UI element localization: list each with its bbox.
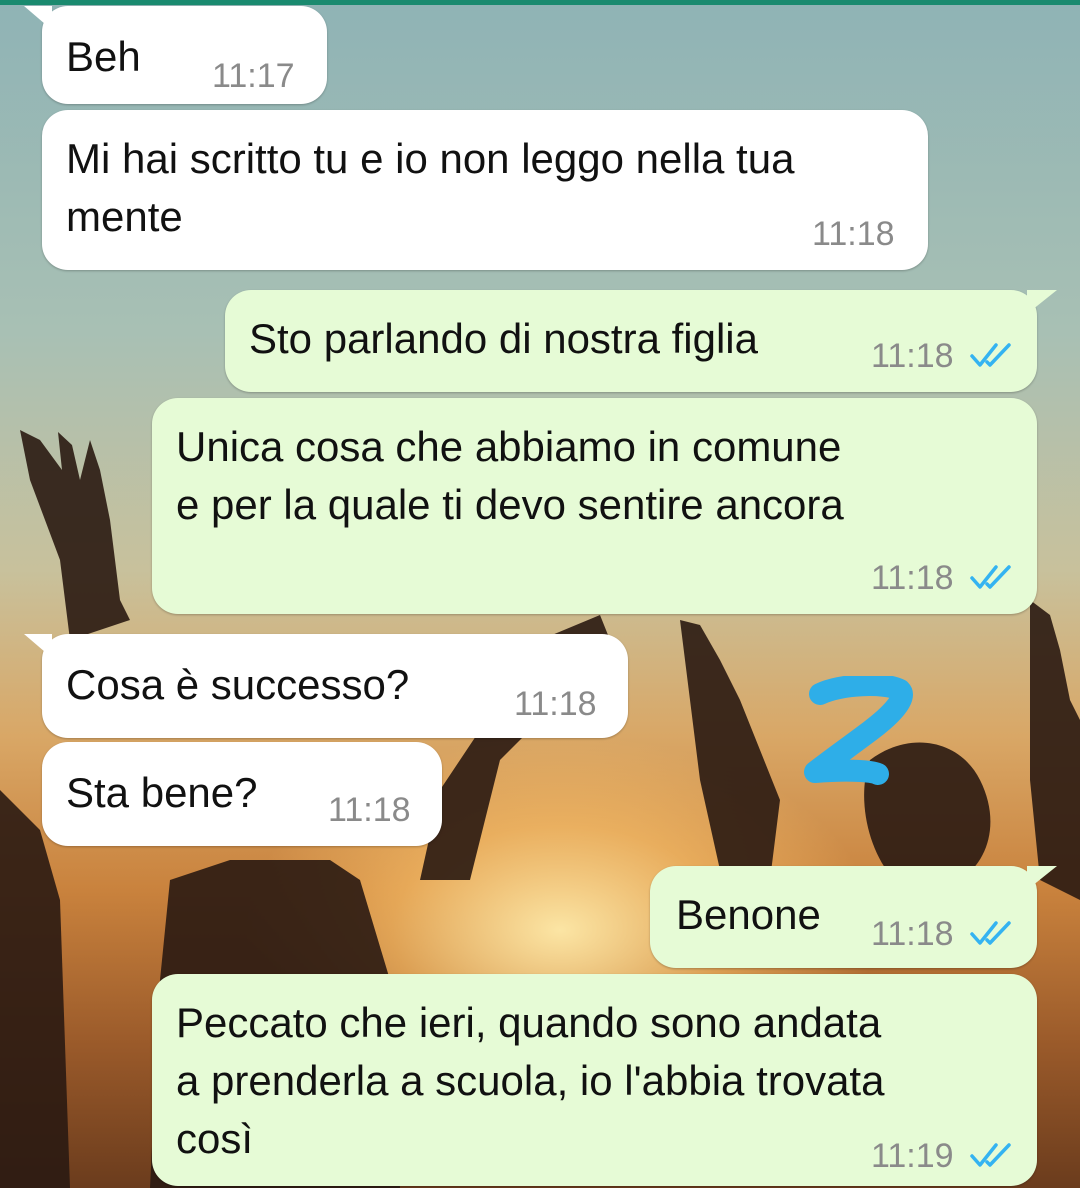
message-text: Cosa è successo? (66, 661, 410, 708)
double-check-read-icon (970, 343, 1011, 367)
message-outgoing-4[interactable]: Unica cosa che abbiamo in comune e per l… (152, 398, 1037, 614)
message-time: 11:18 (514, 685, 597, 723)
message-time: 11:18 (328, 791, 411, 829)
message-text-line-2: mente (66, 193, 183, 240)
silhouette-right-arm (680, 620, 780, 880)
message-text: Sto parlando di nostra figlia (249, 315, 758, 362)
double-check-read-icon (970, 921, 1011, 945)
message-text-line-2: e per la quale ti devo sentire ancora (176, 481, 844, 528)
message-text: Beh (66, 33, 141, 80)
message-text: Benone (676, 891, 821, 938)
silhouette-left-arm (20, 430, 130, 640)
double-check-read-icon (970, 565, 1011, 589)
silhouette-left-figure (0, 790, 70, 1188)
message-time: 11:18 (871, 915, 954, 953)
message-time: 11:18 (871, 337, 954, 375)
message-incoming-1[interactable]: Beh 11:17 (24, 6, 327, 104)
message-text-line-1: Unica cosa che abbiamo in comune (176, 423, 842, 470)
message-incoming-6[interactable]: Sta bene? 11:18 (42, 742, 442, 846)
message-text-line-3: così (176, 1115, 254, 1162)
message-text: Sta bene? (66, 769, 258, 816)
message-time: 11:17 (212, 57, 295, 95)
message-outgoing-8[interactable]: Peccato che ieri, quando sono andata a p… (152, 974, 1037, 1186)
message-time: 11:19 (871, 1137, 954, 1175)
message-time: 11:18 (812, 215, 895, 253)
message-text-line-1: Peccato che ieri, quando sono andata (176, 999, 882, 1046)
message-incoming-5[interactable]: Cosa è successo? 11:18 (24, 634, 628, 738)
message-outgoing-7[interactable]: Benone 11:18 (650, 866, 1057, 968)
message-text-line-2: a prenderla a scuola, io l'abbia trovata (176, 1057, 885, 1104)
message-outgoing-3[interactable]: Sto parlando di nostra figlia 11:18 (225, 290, 1057, 392)
handwritten-number-two-icon (804, 676, 913, 785)
double-check-read-icon (970, 1143, 1011, 1167)
message-text-line-1: Mi hai scritto tu e io non leggo nella t… (66, 135, 795, 182)
message-time: 11:18 (871, 559, 954, 597)
silhouette-right-arm-raised (1030, 600, 1080, 900)
message-incoming-2[interactable]: Mi hai scritto tu e io non leggo nella t… (42, 110, 928, 270)
